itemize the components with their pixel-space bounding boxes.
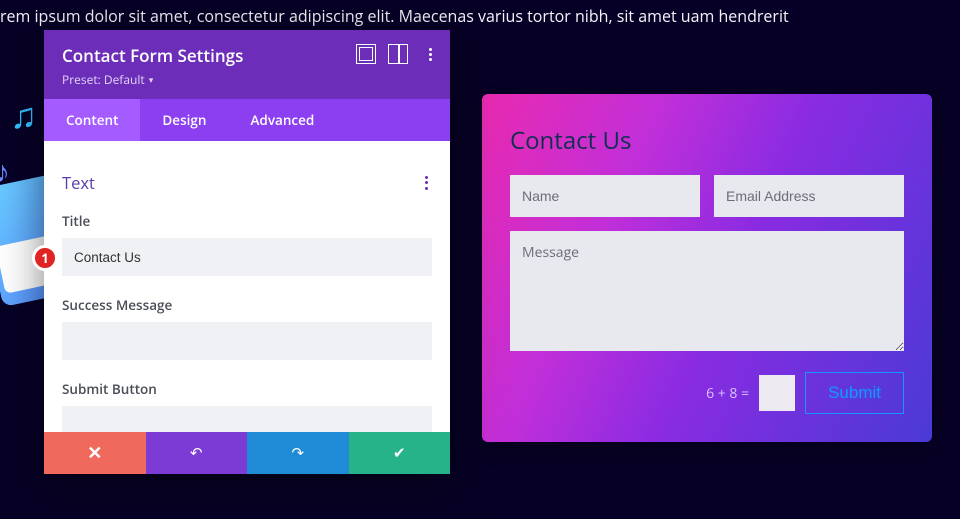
- settings-tabs: Content Design Advanced: [44, 99, 450, 141]
- cancel-button[interactable]: ✕: [44, 432, 146, 474]
- close-icon: ✕: [87, 441, 102, 465]
- message-field[interactable]: [510, 231, 904, 351]
- field-label: Success Message: [62, 296, 432, 314]
- success-message-input[interactable]: [62, 322, 432, 360]
- field-submit-button: Submit Button: [62, 380, 432, 432]
- submit-button-input[interactable]: [62, 406, 432, 432]
- email-field[interactable]: [714, 175, 904, 217]
- redo-icon: ↷: [291, 443, 304, 463]
- save-button[interactable]: ✔: [349, 432, 451, 474]
- annotation-marker-1: 1: [32, 245, 58, 271]
- redo-button[interactable]: ↷: [247, 432, 349, 474]
- section-title-text: Text: [62, 171, 95, 194]
- field-title: Title: [62, 212, 432, 276]
- captcha-question: 6 + 8 =: [706, 384, 749, 403]
- captcha-answer-input[interactable]: [759, 375, 795, 411]
- settings-panel: Contact Form Settings Preset: Default ▾ …: [44, 30, 450, 474]
- title-input[interactable]: [62, 238, 432, 276]
- field-label: Title: [62, 212, 432, 230]
- columns-icon[interactable]: [388, 44, 408, 64]
- panel-header[interactable]: Contact Form Settings Preset: Default ▾: [44, 30, 450, 99]
- submit-button[interactable]: Submit: [805, 372, 904, 414]
- name-field[interactable]: [510, 175, 700, 217]
- chevron-down-icon: ▾: [149, 73, 154, 86]
- expand-icon[interactable]: [356, 44, 376, 64]
- check-icon: ✔: [393, 443, 406, 463]
- panel-body: Text Title Success Message Submit Button: [44, 141, 450, 432]
- section-options-icon[interactable]: [421, 172, 432, 194]
- contact-form-preview: Contact Us 6 + 8 = Submit: [482, 94, 932, 442]
- background-paragraph: rem ipsum dolor sit amet, consectetur ad…: [0, 4, 960, 30]
- tab-design[interactable]: Design: [140, 99, 228, 141]
- music-note-icon: ♫: [10, 90, 37, 139]
- undo-button[interactable]: ↶: [146, 432, 248, 474]
- panel-footer: ✕ ↶ ↷ ✔: [44, 432, 450, 474]
- field-success-message: Success Message: [62, 296, 432, 360]
- tab-advanced[interactable]: Advanced: [228, 99, 336, 141]
- undo-icon: ↶: [190, 443, 203, 463]
- field-label: Submit Button: [62, 380, 432, 398]
- preset-selector[interactable]: Preset: Default ▾: [62, 71, 153, 88]
- tab-content[interactable]: Content: [44, 99, 140, 141]
- form-heading: Contact Us: [510, 124, 904, 157]
- more-icon[interactable]: [420, 44, 440, 64]
- preset-label: Preset: Default: [62, 71, 145, 88]
